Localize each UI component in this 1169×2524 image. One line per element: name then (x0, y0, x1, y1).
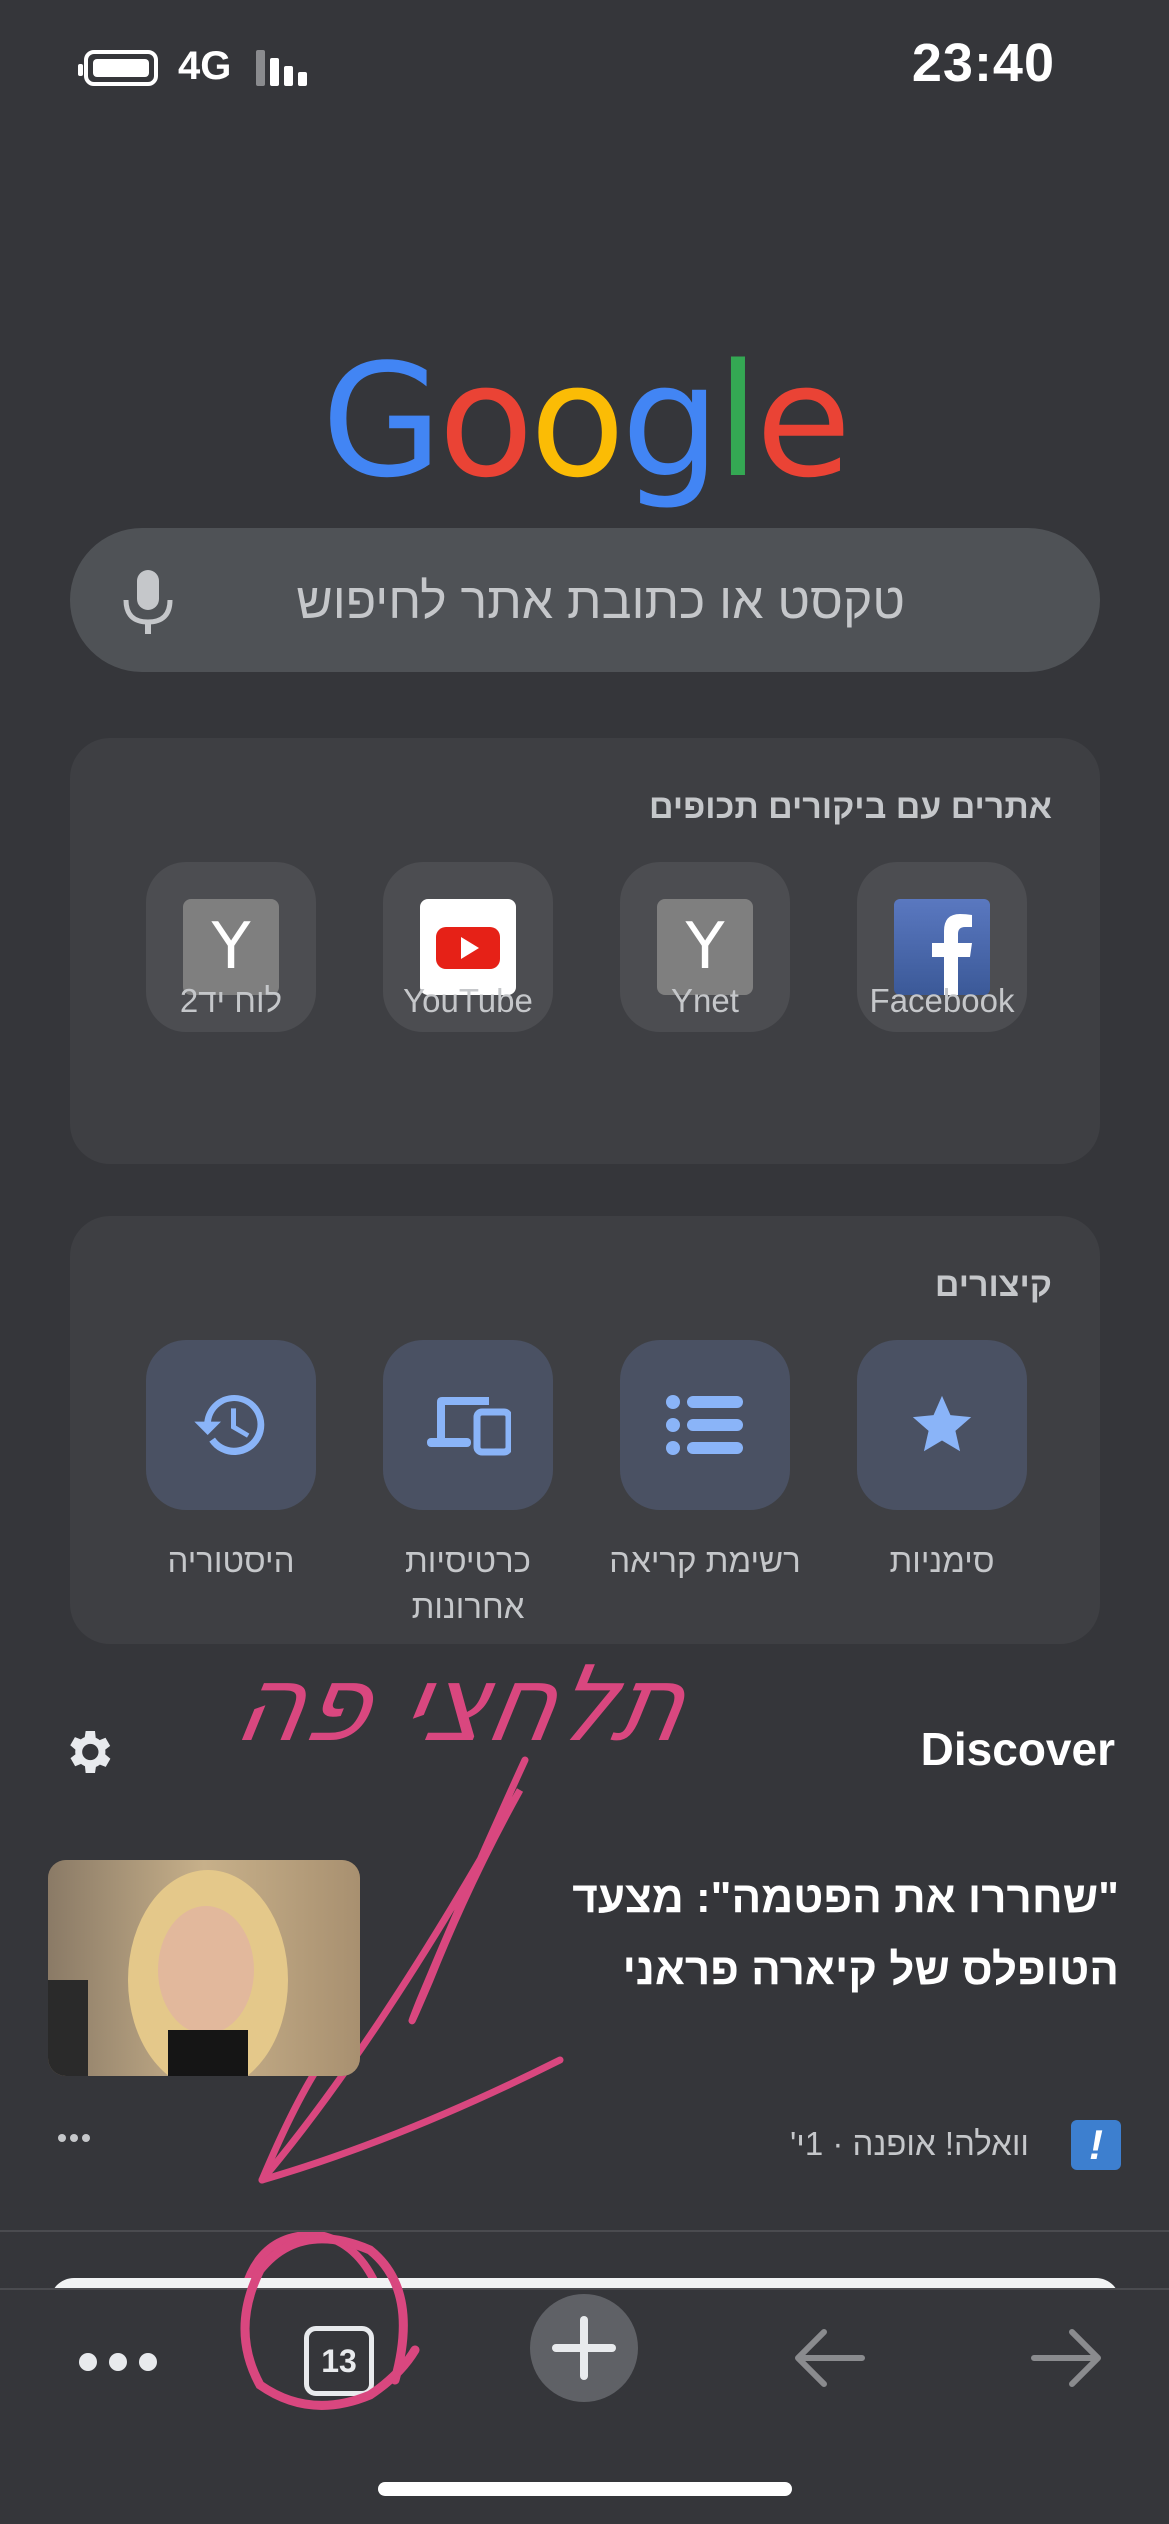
reading-list-icon (666, 1395, 743, 1455)
source-logo: ! (1071, 2120, 1121, 2170)
history-icon (194, 1394, 265, 1455)
search-placeholder: טקסט או כתובת אתר לחיפוש (296, 573, 905, 629)
google-logo: Google (0, 330, 1169, 512)
shortcuts-title: קיצורים (934, 1266, 1052, 1304)
article-age: 1י' (789, 2125, 824, 2162)
star-icon (912, 1395, 972, 1452)
network-type: 4G (178, 44, 232, 88)
status-time: 23:40 (911, 33, 1055, 93)
menu-dots-icon[interactable] (76, 2350, 160, 2374)
signal-icon (256, 50, 316, 86)
separator: · (832, 2125, 844, 2162)
article-thumbnail[interactable] (48, 1860, 360, 2076)
article-headline[interactable]: "שחררו את הפטמה": מצעד הטופלס של קיארה פ… (499, 1862, 1119, 2006)
shortcut-reading-list[interactable] (620, 1340, 790, 1510)
logo-letter: o (529, 330, 625, 512)
most-visited-title: אתרים עם ביקורים תכופים (649, 788, 1052, 826)
logo-letter: o (438, 330, 533, 512)
article-source: וואלה! אופנה · 1י' (790, 2125, 1029, 2163)
article-source-name: וואלה! אופנה (852, 2125, 1029, 2162)
logo-letter: e (755, 330, 852, 512)
new-tab-button[interactable] (530, 2294, 638, 2402)
forward-arrow-icon[interactable] (1030, 2326, 1106, 2390)
tile-label: סימניות (889, 1542, 995, 1579)
discover-title: Discover (920, 1723, 1115, 1775)
microphone-icon[interactable] (118, 570, 178, 634)
tile-label: Facebook (869, 982, 1015, 1019)
tile-label: YouTube (403, 982, 533, 1019)
shortcut-recent-tabs[interactable] (383, 1340, 553, 1510)
annotation-circle (240, 2234, 420, 2410)
more-options-icon[interactable] (56, 2132, 92, 2144)
shortcut-history[interactable] (146, 1340, 316, 1510)
search-bar[interactable]: טקסט או כתובת אתר לחיפוש (70, 528, 1100, 672)
logo-letter: G (321, 330, 442, 512)
logo-letter: l (716, 330, 759, 512)
tile-label: Ynet (671, 982, 739, 1019)
gear-icon[interactable] (60, 1724, 116, 1780)
shortcuts-card: קיצורים סימניות רשימת קריאה כרטיסיות אחר… (70, 1216, 1100, 1644)
plus-icon (552, 2316, 616, 2380)
logo-letter: g (621, 330, 720, 512)
home-indicator[interactable] (378, 2482, 792, 2496)
annotation-text: תלחצי פה (226, 1643, 698, 1765)
tile-label: לוח יד2 (179, 982, 283, 1019)
recent-tabs-icon (427, 1397, 511, 1456)
tile-label: היסטוריה (167, 1542, 295, 1579)
most-visited-card: אתרים עם ביקורים תכופים Facebook Y Ynet … (70, 738, 1100, 1164)
tile-label: רשימת קריאה (609, 1542, 801, 1579)
back-arrow-icon[interactable] (790, 2326, 866, 2390)
shortcut-bookmarks[interactable] (857, 1340, 1027, 1510)
battery-icon (78, 50, 158, 86)
divider (0, 2230, 1169, 2232)
tile-label: כרטיסיות אחרונות (405, 1542, 531, 1625)
